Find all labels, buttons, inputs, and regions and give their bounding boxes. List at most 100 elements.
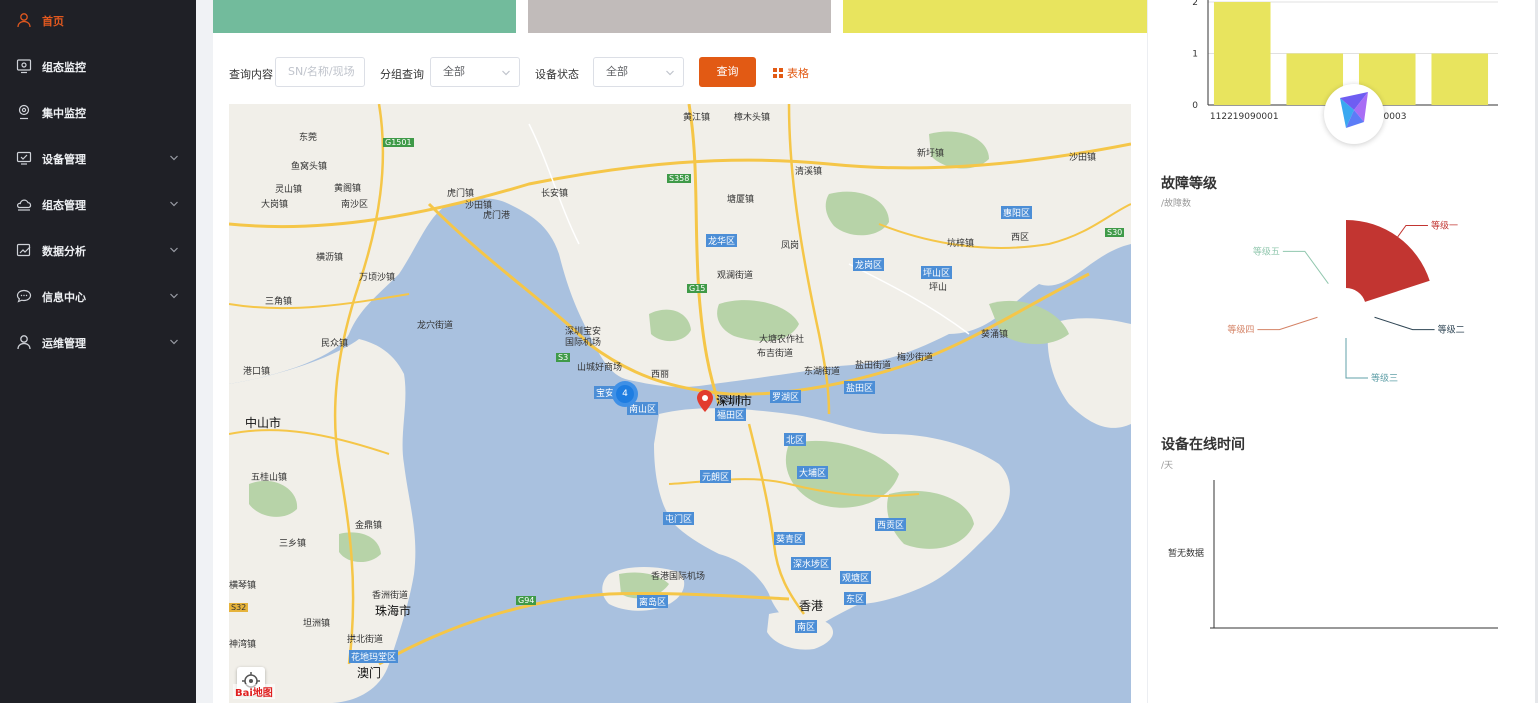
chevron-down-icon bbox=[170, 201, 178, 207]
map-highway-label: S3 bbox=[556, 353, 571, 362]
map-place-label: 南沙区 bbox=[341, 200, 369, 210]
map-highway-label: G15 bbox=[687, 284, 708, 293]
map-place-label: 珠海市 bbox=[375, 604, 412, 618]
map-highway-label: G94 bbox=[516, 596, 537, 605]
map-district-label: 北区 bbox=[784, 433, 807, 446]
rose-label-line bbox=[1257, 316, 1318, 331]
map-place-label: 坑梓镇 bbox=[947, 239, 975, 249]
map-district-label: 龙岗区 bbox=[853, 258, 885, 271]
bar[interactable] bbox=[1213, 2, 1271, 105]
sidebar-item-info-center[interactable]: 信息中心 bbox=[0, 276, 196, 316]
map-place-label: 西丽 bbox=[651, 370, 670, 380]
location-pin-icon bbox=[18, 104, 30, 120]
rose-label: 等级二 bbox=[1438, 324, 1465, 336]
map-place-label: 布吉街道 bbox=[757, 349, 794, 359]
bar-y-tick-label: 0 bbox=[1192, 101, 1198, 111]
map-place-label: 三乡镇 bbox=[279, 539, 307, 549]
bar-y-tick-label: 1 bbox=[1192, 50, 1198, 60]
device-cluster-marker[interactable]: 4 bbox=[612, 381, 638, 407]
device-status-label: 设备状态 bbox=[535, 68, 579, 81]
main-panel: 查询内容 SN/名称/现场 分组查询 全部 设备状态 全部 查询 表格 东莞 鱼… bbox=[213, 0, 1147, 703]
map-pin-icon bbox=[697, 390, 713, 412]
sidebar: 首页 组态监控 集中监控 设备管理 组态管理 数据分析 信息中心 运维管理 bbox=[0, 0, 196, 703]
sidebar-item-ops-management[interactable]: 运维管理 bbox=[0, 322, 196, 362]
user-icon bbox=[17, 13, 31, 28]
online-time-chart: 暂无数据 bbox=[1168, 480, 1498, 629]
map-base bbox=[229, 104, 1131, 703]
rose-label-line bbox=[1374, 316, 1435, 331]
sidebar-item-label: 运维管理 bbox=[42, 337, 86, 350]
monitor-icon bbox=[16, 59, 32, 74]
map-place-label: 五桂山镇 bbox=[251, 473, 288, 483]
query-button[interactable]: 查询 bbox=[699, 57, 756, 87]
map-place-label: 国际机场 bbox=[565, 338, 602, 348]
map-place-label: 山城好商场 bbox=[577, 363, 623, 373]
map-place-label: 塘厦镇 bbox=[727, 195, 755, 205]
sidebar-item-config-management[interactable]: 组态管理 bbox=[0, 184, 196, 224]
map-district-label: 罗湖区 bbox=[770, 390, 802, 403]
map-place-label: 清溪镇 bbox=[795, 167, 823, 177]
map-highway-label: S358 bbox=[667, 174, 692, 183]
map-place-label: 长安镇 bbox=[541, 189, 569, 199]
chevron-down-icon bbox=[170, 155, 178, 161]
map-place-label: 香港 bbox=[799, 599, 824, 613]
fault-level-chart: 等级一等级二等级三 等级四 等级五 bbox=[1227, 219, 1465, 384]
sidebar-item-label: 组态管理 bbox=[42, 199, 86, 212]
map-view[interactable]: 东莞 鱼窝头镇 灵山镇 黄阁镇 大岗镇 南沙区 横沥镇 万顷沙镇 三角镇 民众镇 港口镇 中山市 五桂山… bbox=[229, 104, 1131, 703]
stat-card-gray[interactable] bbox=[528, 0, 831, 33]
map-district-label: 南区 bbox=[795, 620, 818, 633]
map-place-label: 梅沙街道 bbox=[897, 353, 934, 363]
app-root: 首页 组态监控 集中监控 设备管理 组态管理 数据分析 信息中心 运维管理 查询… bbox=[0, 0, 1538, 703]
floating-assistant-button[interactable] bbox=[1324, 84, 1384, 144]
grid-icon bbox=[773, 68, 783, 78]
stat-card-green[interactable] bbox=[213, 0, 516, 33]
rose-slice[interactable] bbox=[1346, 220, 1430, 302]
map-place-label: 港口镇 bbox=[243, 367, 271, 377]
query-content-input[interactable]: SN/名称/现场 bbox=[275, 57, 365, 87]
online-empty-text: 暂无数据 bbox=[1168, 547, 1204, 559]
stat-card-yellow[interactable] bbox=[843, 0, 1147, 33]
map-place-label: 万顷沙镇 bbox=[359, 273, 396, 283]
map-place-label: 新圩镇 bbox=[917, 149, 945, 159]
sidebar-item-config-monitor[interactable]: 组态监控 bbox=[0, 46, 196, 86]
map-place-label: 东湖街道 bbox=[804, 367, 841, 377]
bar-y-tick-label: 2 bbox=[1192, 0, 1198, 8]
sidebar-item-data-analysis[interactable]: 数据分析 bbox=[0, 230, 196, 270]
map-district-label: 花地玛堂区 bbox=[349, 650, 399, 663]
table-link-label: 表格 bbox=[787, 67, 809, 80]
map-place-label: 樟木头镇 bbox=[734, 113, 771, 123]
map-place-label: 西区 bbox=[1011, 233, 1030, 243]
rose-label: 等级四 bbox=[1227, 324, 1254, 336]
map-place-label: 盐田街道 bbox=[855, 361, 892, 371]
map-district-label: 福田区 bbox=[715, 408, 747, 421]
map-district-label: 坪山区 bbox=[921, 266, 953, 279]
status-select[interactable]: 全部 bbox=[593, 57, 684, 87]
map-district-label: 屯门区 bbox=[663, 512, 695, 525]
rose-label: 等级三 bbox=[1371, 372, 1398, 384]
map-district-label: 元朗区 bbox=[700, 470, 732, 483]
chevron-down-icon bbox=[502, 70, 510, 76]
sidebar-item-home[interactable]: 首页 bbox=[0, 0, 196, 40]
map-place-label: 葵涌镇 bbox=[981, 330, 1009, 340]
map-district-label: 大埔区 bbox=[797, 466, 829, 479]
map-place-label: 香港国际机场 bbox=[651, 572, 706, 582]
map-district-label: 西贡区 bbox=[875, 518, 907, 531]
map-place-label: 横沥镇 bbox=[316, 253, 344, 263]
rose-label-line bbox=[1345, 338, 1368, 379]
online-time-title: 设备在线时间 bbox=[1161, 437, 1245, 453]
sidebar-item-central-monitor[interactable]: 集中监控 bbox=[0, 92, 196, 132]
chevron-down-icon bbox=[666, 70, 674, 76]
map-highway-label: S30 bbox=[1105, 228, 1125, 237]
map-place-label: 虎门港 bbox=[483, 211, 511, 221]
map-place-label: 香洲街道 bbox=[372, 591, 409, 601]
map-place-label: 拱北街道 bbox=[347, 635, 384, 645]
map-place-label: 灵山镇 bbox=[275, 185, 303, 195]
bar[interactable] bbox=[1431, 53, 1489, 106]
sidebar-item-label: 数据分析 bbox=[42, 245, 86, 258]
sidebar-item-label: 设备管理 bbox=[42, 153, 86, 166]
map-district-label: 惠阳区 bbox=[1001, 206, 1033, 219]
sidebar-item-device-management[interactable]: 设备管理 bbox=[0, 138, 196, 178]
group-select[interactable]: 全部 bbox=[430, 57, 520, 87]
table-view-link[interactable]: 表格 bbox=[773, 65, 809, 81]
map-place-label: 澳门 bbox=[357, 666, 382, 680]
